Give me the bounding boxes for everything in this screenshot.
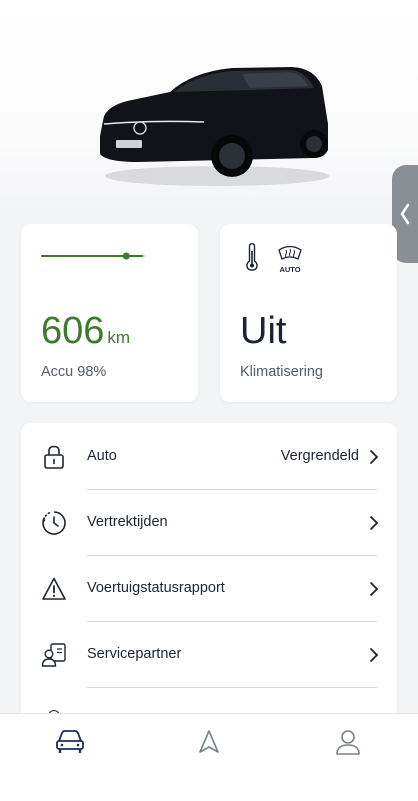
car-icon[interactable] <box>55 728 85 756</box>
battery-level-bar <box>41 252 145 260</box>
range-value: 606 km <box>41 311 130 358</box>
chevron-right-icon <box>370 516 379 530</box>
thermometer-icon <box>246 243 258 271</box>
list-item-label: Servicepartner <box>87 646 182 662</box>
chevron-left-icon <box>400 203 410 225</box>
defrost-icon <box>278 245 302 260</box>
vehicle-menu-list: Auto Vergrendeld Vertrektijden Voertuigs… <box>21 423 397 723</box>
defrost-auto-badge: AUTO <box>279 265 301 274</box>
chevron-right-icon <box>370 582 379 596</box>
navigation-icon[interactable] <box>194 728 224 756</box>
range-unit: km <box>107 328 131 347</box>
clock-icon <box>42 511 66 535</box>
bottom-navigation <box>0 713 418 801</box>
list-item-auto[interactable]: Auto Vergrendeld <box>21 423 397 489</box>
lock-status-value: Vergrendeld <box>280 448 359 464</box>
climate-status: Uit <box>240 310 287 352</box>
list-item-servicepartner[interactable]: Servicepartner <box>21 621 397 687</box>
chevron-right-icon <box>370 648 379 662</box>
divider <box>87 687 377 688</box>
list-item-label: Voertuigstatusrapport <box>87 580 225 596</box>
list-item-voertuigstatusrapport[interactable]: Voertuigstatusrapport <box>21 555 397 621</box>
chevron-right-icon <box>370 450 379 464</box>
list-item-vertrektijden[interactable]: Vertrektijden <box>21 489 397 555</box>
car-image <box>100 67 329 186</box>
battery-label: Accu 98% <box>41 364 107 380</box>
windshield-defrost-auto-icon: AUTO <box>276 244 304 274</box>
range-number: 606 <box>41 310 105 352</box>
car-hero <box>0 0 418 215</box>
warning-icon <box>42 577 66 600</box>
service-partner-icon <box>41 643 66 667</box>
list-item-label: Vertrektijden <box>87 514 168 530</box>
list-item-label: Auto <box>87 448 117 464</box>
climate-label: Klimatisering <box>240 364 323 380</box>
range-card[interactable]: 606 km Accu 98% <box>21 224 198 402</box>
profile-icon[interactable] <box>333 728 363 756</box>
climate-card[interactable]: AUTO Uit Klimatisering <box>220 224 397 402</box>
lock-icon <box>44 445 64 469</box>
